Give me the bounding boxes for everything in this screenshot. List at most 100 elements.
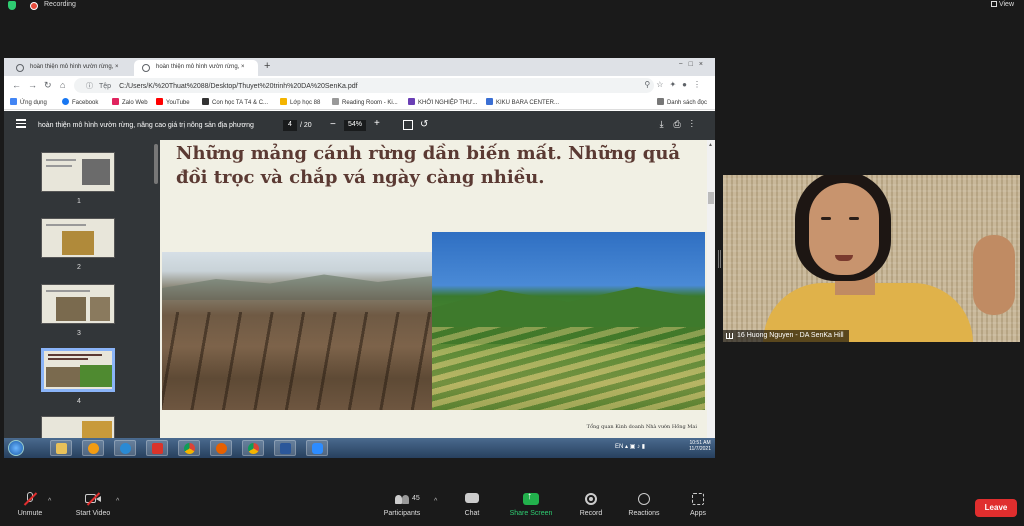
browser-actions[interactable]: ⚲☆✦●⋮ [644, 80, 707, 89]
info-icon: ⓘ [86, 83, 93, 90]
leave-button[interactable]: Leave [975, 499, 1017, 517]
page-number-input[interactable]: 4 [283, 120, 297, 131]
pdf-page: Những mảng cánh rừng dần biến mất. Những… [160, 140, 707, 438]
thumbnail-page[interactable] [41, 284, 115, 324]
participant-name-tag: 16 Huong Nguyen - DA SenKa Hill [723, 330, 849, 342]
bookmark-apps[interactable]: Ứng dụng [10, 98, 47, 106]
system-tray[interactable]: EN ▴ ▣ ♪ ▮ [615, 443, 645, 450]
back-icon[interactable]: ← [12, 80, 21, 90]
rotate-icon[interactable]: ↺ [420, 119, 428, 130]
reactions-icon [636, 492, 652, 506]
pdf-actions[interactable]: ⤓⎙⋮ [660, 119, 703, 130]
address-bar-row: ← → ↻ ⌂ ⓘ Tệp C:/Users/K/%20Thuat%2088/Des… [4, 76, 715, 95]
start-button[interactable] [8, 440, 24, 456]
browser-tab-1[interactable]: hoàn thiện mô hình vườn rừng, × [8, 60, 132, 76]
browser-tab-2[interactable]: hoàn thiện mô hình vườn rừng, × [134, 60, 258, 76]
bookmark-con-hoc[interactable]: Con học TA T4 & C... [202, 98, 268, 106]
thumbnail-page[interactable] [41, 416, 115, 438]
apps-icon [690, 492, 706, 506]
sidebar-scrollbar[interactable] [152, 140, 160, 438]
media-player-icon[interactable] [82, 440, 104, 456]
ie-icon[interactable] [114, 440, 136, 456]
bookmark-reading-room[interactable]: Reading Room - Ki... [332, 98, 398, 106]
pdf-title: hoàn thiện mô hình vườn rừng, nâng cao g… [38, 122, 254, 129]
forward-icon[interactable]: → [28, 80, 37, 90]
thumbnail-page[interactable] [41, 218, 115, 258]
share-screen-button[interactable]: Share Screen [508, 491, 554, 517]
recording-label: Recording [44, 1, 76, 8]
video-off-icon [85, 492, 101, 506]
bookmark-khoi-nghiep[interactable]: KHỞI NGHIỆP THƯ... [408, 98, 477, 106]
record-button[interactable]: Record [578, 492, 604, 517]
thumbnail-number: 2 [77, 264, 81, 271]
view-label: View [998, 1, 1014, 8]
chat-button[interactable]: Chat [462, 492, 482, 517]
chrome-icon-2[interactable] [242, 440, 264, 456]
participants-chevron-icon[interactable]: ^ [434, 498, 437, 505]
bookmark-facebook[interactable]: Facebook [62, 98, 98, 106]
participants-icon [394, 492, 410, 506]
zoom-level-input[interactable]: 54% [344, 120, 366, 131]
word-icon[interactable] [274, 440, 296, 456]
thumbnail-page-selected[interactable] [41, 348, 115, 392]
unmute-button[interactable]: Unmute [14, 492, 46, 517]
app-red-icon[interactable] [146, 440, 168, 456]
zoom-app-icon[interactable] [306, 440, 328, 456]
deforested-hill-photo [162, 252, 432, 410]
audio-options-chevron-icon[interactable]: ^ [48, 498, 51, 505]
bookmark-lop-hoc[interactable]: Lớp học 88 [280, 98, 320, 106]
terraced-hill-photo [432, 232, 705, 410]
thumbnail-number: 4 [77, 398, 81, 405]
reactions-button[interactable]: Reactions [626, 492, 662, 517]
reload-icon[interactable]: ↻ [44, 80, 52, 91]
url-text: C:/Users/K/%20Thuat%2088/Desktop/Thuyet%… [119, 83, 358, 90]
zoom-in-button[interactable]: + [374, 118, 380, 129]
zoom-top-bar: Recording View [0, 0, 1024, 12]
start-video-button[interactable]: Start Video [72, 492, 114, 517]
pdf-toolbar: hoàn thiện mô hình vườn rừng, nâng cao g… [4, 111, 715, 140]
new-tab-button[interactable]: + [264, 60, 270, 72]
bookmark-zalo[interactable]: Zalo Web [112, 98, 148, 106]
tab-label: hoàn thiện mô hình vườn rừng, × [156, 64, 245, 70]
clock[interactable]: 10:51 AM 11/7/2021 [689, 440, 711, 452]
menu-icon[interactable] [16, 119, 26, 128]
page-total: / 20 [300, 122, 312, 129]
bookmark-youtube[interactable]: YouTube [156, 98, 190, 106]
pdf-document-area: Những mảng cánh rừng dần biến mất. Những… [160, 140, 715, 438]
participant-video[interactable]: 16 Huong Nguyen - DA SenKa Hill [723, 175, 1020, 342]
window-controls[interactable]: −□× [679, 61, 709, 68]
tab-label: hoàn thiện mô hình vườn rừng, × [30, 64, 119, 70]
windows-taskbar: EN ▴ ▣ ♪ ▮ 10:51 AM 11/7/2021 [4, 438, 715, 458]
bookmarks-bar: Ứng dụng Facebook Zalo Web YouTube Con h… [4, 95, 715, 110]
url-field[interactable]: ⓘ Tệp C:/Users/K/%20Thuat%2088/Desktop/Thu… [74, 78, 654, 93]
thumbnail-page[interactable] [41, 152, 115, 192]
firefox-icon[interactable] [210, 440, 232, 456]
view-button[interactable]: View [990, 1, 1014, 8]
thumbnail-sidebar: 1 2 3 4 [4, 140, 152, 438]
thumbnail-number: 3 [77, 330, 81, 337]
zoom-out-button[interactable]: − [330, 119, 336, 130]
slide-footer: Tổng quan Kinh doanh Nhà vườn Hồng Mai [586, 424, 697, 430]
shared-screen: hoàn thiện mô hình vườn rừng, × hoàn thi… [4, 58, 715, 458]
bookmark-kiku-bara[interactable]: KIKU BARA CENTER... [486, 98, 559, 106]
recording-icon [30, 2, 38, 10]
slide-title: Những mảng cánh rừng dần biến mất. Những… [176, 143, 681, 188]
fit-page-icon[interactable] [403, 120, 413, 130]
reading-list[interactable]: Danh sách đọc [656, 98, 707, 106]
share-screen-icon [523, 491, 539, 506]
apps-button[interactable]: Apps [688, 492, 708, 517]
url-scheme: Tệp [99, 83, 112, 90]
globe-icon [16, 64, 24, 72]
participants-count: 45 [412, 495, 420, 502]
shield-icon[interactable] [8, 1, 16, 10]
home-icon[interactable]: ⌂ [60, 80, 65, 90]
chat-icon [464, 492, 480, 506]
pdf-scrollbar[interactable]: ▲ [707, 140, 715, 438]
video-options-chevron-icon[interactable]: ^ [116, 498, 119, 505]
signal-icon [726, 333, 733, 339]
record-icon [583, 492, 599, 506]
panel-resize-handle[interactable] [718, 250, 721, 268]
scroll-up-icon[interactable]: ▲ [708, 142, 713, 148]
explorer-icon[interactable] [50, 440, 72, 456]
chrome-icon[interactable] [178, 440, 200, 456]
